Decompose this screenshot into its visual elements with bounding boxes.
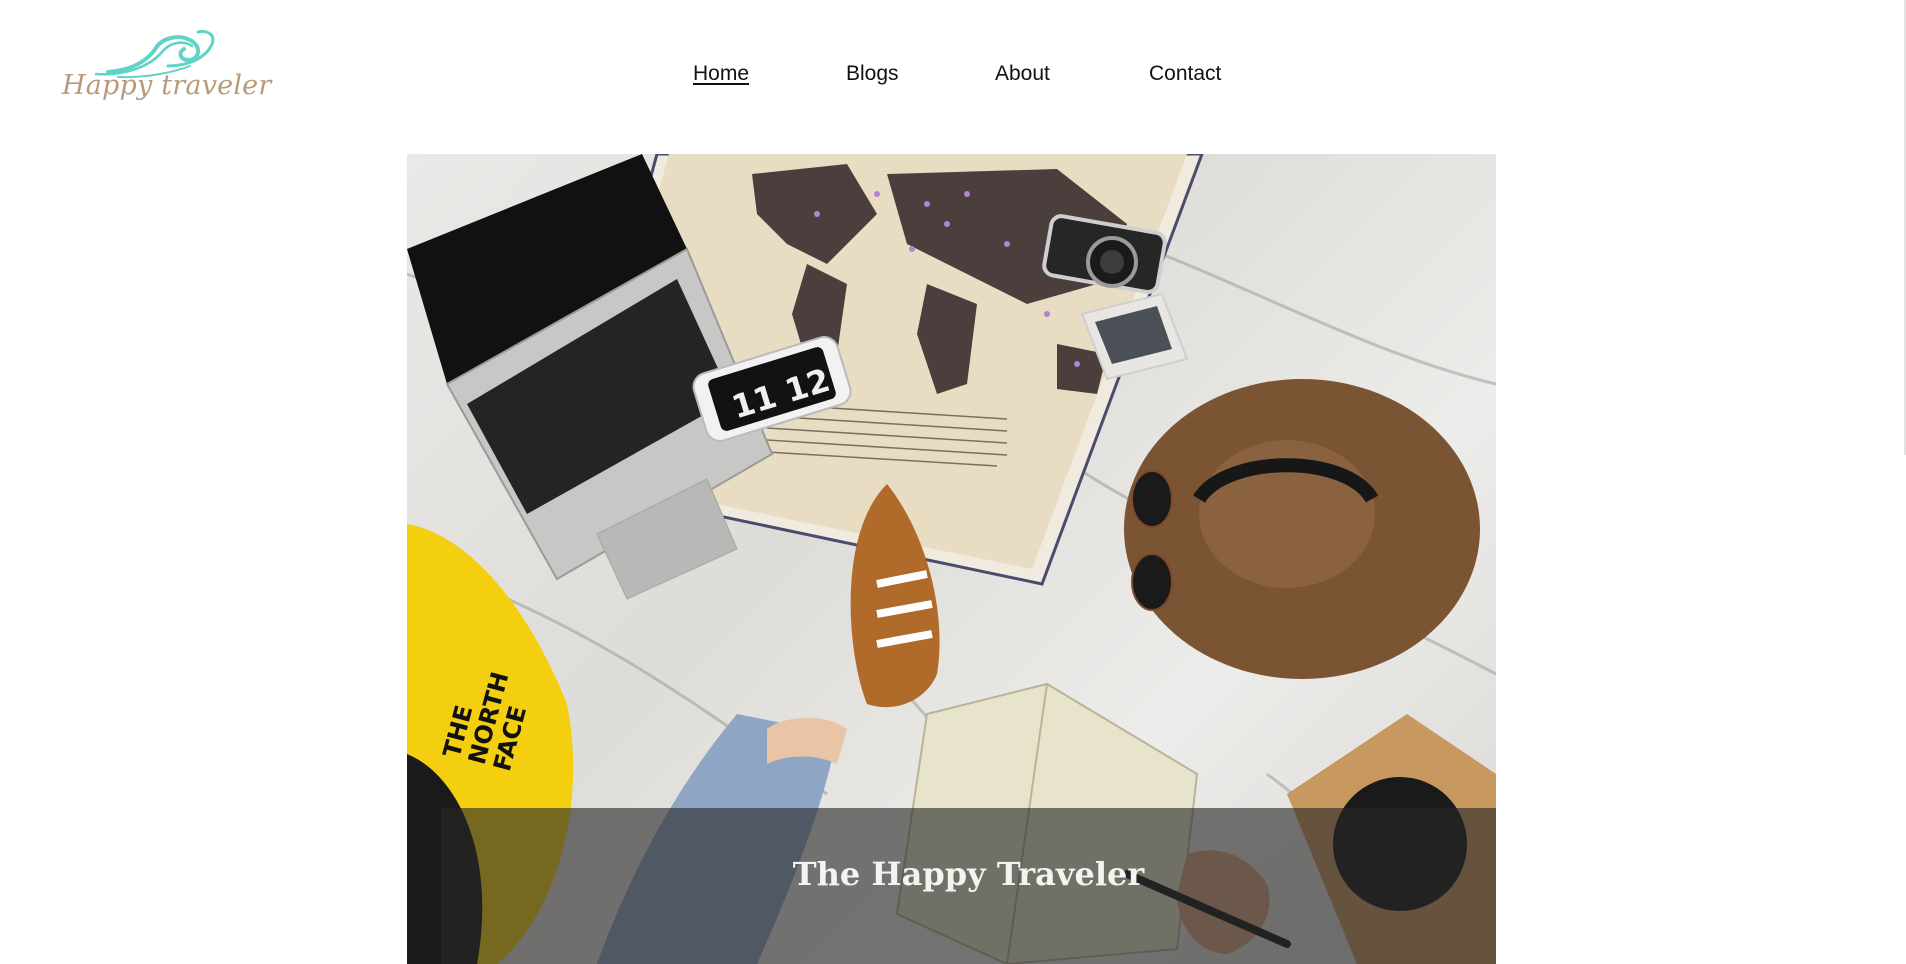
nav-about[interactable]: About [995, 62, 1050, 86]
main-nav: Home Blogs About Contact [0, 62, 1906, 92]
nav-home[interactable]: Home [693, 62, 749, 86]
hero-caption-bar: The Happy Traveler [441, 808, 1496, 964]
hero-banner: 11 12 THE NORTH FACE The Happy Traveler [407, 154, 1496, 964]
hat-illustration [1124, 379, 1480, 679]
nav-contact[interactable]: Contact [1149, 62, 1221, 86]
hero-title: The Happy Traveler [792, 855, 1145, 894]
nav-blogs[interactable]: Blogs [846, 62, 899, 86]
